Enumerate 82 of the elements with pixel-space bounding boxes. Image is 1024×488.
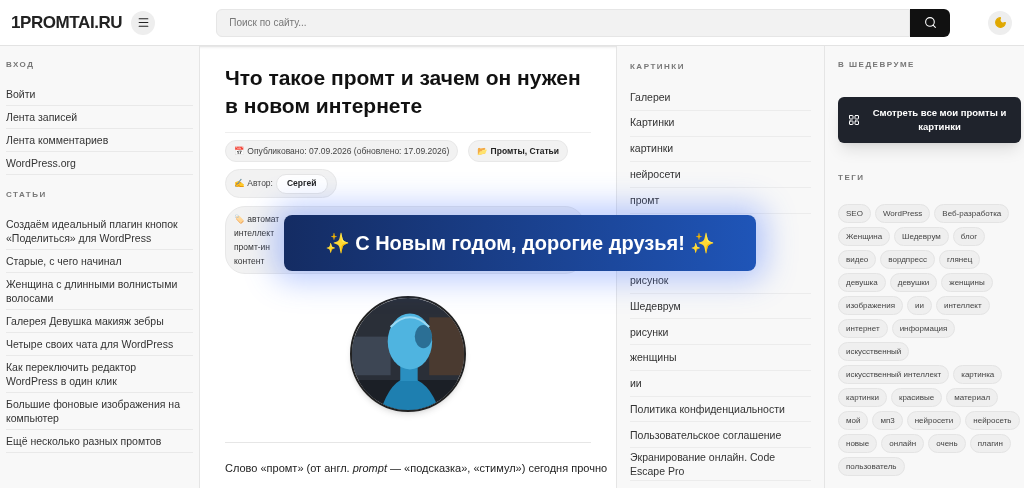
category-link[interactable]: Картинки xyxy=(630,115,675,131)
tag-chip[interactable]: искусственный xyxy=(838,342,910,361)
sidebar-link[interactable]: Женщина с длинными волнистыми волосами xyxy=(6,277,183,305)
tag-chip[interactable]: изображения xyxy=(838,296,903,315)
category-link[interactable]: картинки xyxy=(630,141,674,157)
tag-chip[interactable]: глянец xyxy=(939,250,981,269)
tag-chip[interactable]: картинка xyxy=(953,365,1003,384)
article-title: Что такое промт и зачем он нужен в новом интернете xyxy=(225,64,591,133)
tag-text: 🏷 автомат xyxy=(234,213,280,226)
search-icon xyxy=(923,16,937,29)
section-heading: ВХОД xyxy=(6,59,36,71)
category-link[interactable]: женщины xyxy=(630,350,677,365)
tag-chip[interactable]: мп3 xyxy=(872,411,903,430)
section-heading: ТЕГИ xyxy=(838,172,866,184)
category-link[interactable]: нейросети xyxy=(630,166,681,183)
tag-chip[interactable]: очень xyxy=(928,434,966,453)
sidebar-link[interactable]: Галерея Девушка макияж зебры xyxy=(6,314,183,328)
date-chip: 📅 Опубликовано: 07.09.2026 (обновлено: 17.09.2026) xyxy=(225,140,459,162)
tag-chip[interactable]: нейросеть xyxy=(965,411,1020,430)
tag-chip[interactable]: нейросети xyxy=(906,411,962,430)
site-logo[interactable]: 1PROMTAI.RU xyxy=(11,9,123,36)
tag-text: промт-ин xyxy=(234,241,271,254)
grid-icon xyxy=(848,114,860,126)
tag-chip[interactable]: плагин xyxy=(969,434,1011,453)
sidebar-link[interactable]: Большие фоновые изображения на компьютер xyxy=(6,397,183,425)
sidebar-link[interactable]: Войти xyxy=(6,87,183,101)
tag-chip[interactable]: Женщина xyxy=(838,227,891,246)
section-heading: В ШЕДЕВРУМЕ xyxy=(838,59,916,71)
tag-chip[interactable]: красивые xyxy=(890,388,943,407)
section-heading: КАРТИНКИ xyxy=(630,61,686,73)
sidebar-link[interactable]: Старые, с чего начинал xyxy=(6,254,183,268)
sidebar-link[interactable]: Четыре своих чата для WordPress xyxy=(6,337,183,351)
tag-chip[interactable]: SEO xyxy=(838,204,871,223)
tag-chip[interactable]: картинки xyxy=(838,388,887,407)
tag-chip[interactable]: информация xyxy=(891,319,956,338)
article-paragraph: Слово «промт» (от англ. prompt — «подсказка», «стимул») сегодня прочно xyxy=(225,461,609,476)
tag-chip[interactable]: женщины xyxy=(941,273,993,292)
category-link[interactable]: Пользовательское соглашение xyxy=(630,427,782,442)
tag-chip[interactable]: мой xyxy=(838,411,869,430)
sidebar-link[interactable]: Как переключить редактор WordPress в один клик xyxy=(6,360,183,388)
sidebar-link[interactable]: Создаём идеальный плагин кнопок «Поделиться» для WordPress xyxy=(6,217,183,245)
tag-chip[interactable]: видео xyxy=(838,250,877,269)
tag-chip[interactable]: онлайн xyxy=(881,434,925,453)
sidebar-link[interactable]: Лента комментариев xyxy=(6,133,183,147)
category-chip[interactable]: 📂 Промты, Статьи xyxy=(468,140,569,162)
tag-text: контент xyxy=(234,255,265,268)
tag-chip[interactable]: вордпресс xyxy=(880,250,936,269)
category-link[interactable]: ии xyxy=(630,376,642,391)
menu-icon xyxy=(136,16,150,29)
tag-chip[interactable]: материал xyxy=(946,388,999,407)
tag-chip[interactable]: Веб-разработка xyxy=(934,204,1010,223)
section-heading: СТАТЬИ xyxy=(6,189,48,201)
category-link[interactable]: промт xyxy=(630,192,660,209)
category-link[interactable]: Политика конфиденциальности xyxy=(630,401,785,416)
category-link[interactable]: Галереи xyxy=(630,89,671,106)
moon-icon xyxy=(993,16,1007,29)
author-link[interactable]: Сергей xyxy=(275,173,328,194)
tag-chip[interactable]: новые xyxy=(838,434,878,453)
tag-chip[interactable]: девушки xyxy=(889,273,938,292)
author-label: ✍ Автор: xyxy=(234,177,273,190)
tag-chip[interactable]: девушка xyxy=(838,273,886,292)
category-link[interactable]: рисунок xyxy=(630,273,669,288)
tag-chip[interactable]: Шедеврум xyxy=(894,227,949,246)
view-all-button[interactable]: Смотреть все мои промты и картинки xyxy=(838,97,1021,143)
tag-text: интеллект xyxy=(234,227,275,240)
tag-chip[interactable]: WordPress xyxy=(874,204,931,223)
tag-chip[interactable]: искусственный интеллект xyxy=(838,365,950,384)
menu-button[interactable] xyxy=(131,10,156,35)
tag-chip[interactable]: блог xyxy=(952,227,986,246)
sidebar-link[interactable]: Ещё несколько разных промтов xyxy=(6,434,183,448)
sidebar-link[interactable]: Лента записей xyxy=(6,110,183,124)
sidebar-link[interactable]: WordPress.org xyxy=(6,156,183,170)
search-button[interactable] xyxy=(910,8,951,37)
category-link[interactable]: Шедеврум xyxy=(630,298,681,313)
tag-chip[interactable]: интеллект xyxy=(935,296,990,315)
new-year-banner: ✨ С Новым годом, дорогие друзья! ✨ xyxy=(284,215,756,271)
tag-chip[interactable]: пользователь xyxy=(838,457,905,476)
tag-chip[interactable]: интернет xyxy=(838,319,888,338)
category-link[interactable]: Экранирование онлайн. Code Escape Pro xyxy=(630,450,811,478)
category-link[interactable]: рисунки xyxy=(630,324,669,339)
tag-chip[interactable]: ии xyxy=(907,296,932,315)
search-field[interactable]: Поиск по сайту... xyxy=(216,8,911,37)
